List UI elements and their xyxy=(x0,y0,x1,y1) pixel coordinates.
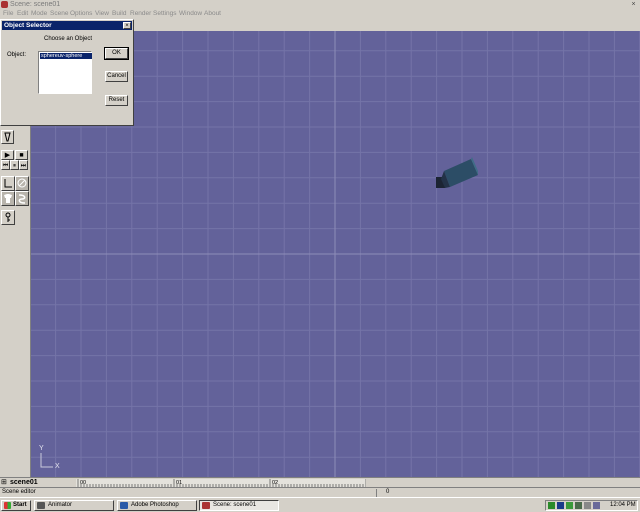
start-button[interactable]: Start xyxy=(1,500,31,511)
menu-render[interactable]: Render xyxy=(130,9,151,19)
status-text: Scene editor xyxy=(2,489,36,495)
windows-logo-icon xyxy=(4,502,11,509)
task-label: Scene: scene01 xyxy=(213,502,257,508)
task-photoshop[interactable]: Adobe Photoshop xyxy=(117,500,197,511)
axis-tool-button[interactable] xyxy=(1,176,15,191)
axis-y-label: Y xyxy=(39,445,44,452)
object-label: Object: xyxy=(7,52,27,58)
cancel-button[interactable]: Cancel xyxy=(105,71,128,82)
menu-scene[interactable]: Scene xyxy=(50,9,68,19)
tray-volume-icon[interactable] xyxy=(584,502,591,509)
menu-about[interactable]: About xyxy=(204,9,221,19)
status-value: 0 xyxy=(386,489,390,495)
task-label: Adobe Photoshop xyxy=(131,502,179,508)
object-list[interactable]: sphereuv-sphere xyxy=(38,51,92,94)
timeline-ticks xyxy=(76,479,367,487)
stop-button[interactable]: ■ xyxy=(15,150,28,160)
tray-monitor-icon[interactable] xyxy=(575,502,582,509)
menu-options[interactable]: Options xyxy=(70,9,92,19)
menu-mode[interactable]: Mode xyxy=(31,9,47,19)
start-label: Start xyxy=(13,502,27,508)
object-selector-dialog: Object Selector × Choose an Object Objec… xyxy=(0,19,134,126)
clock[interactable]: 12:04 PM xyxy=(610,502,636,508)
menu-build[interactable]: Build xyxy=(112,9,126,19)
figure-icon xyxy=(4,194,12,203)
key-icon xyxy=(5,212,11,222)
system-tray: 12:04 PM xyxy=(545,500,638,511)
frame-label-2: 02 xyxy=(272,480,279,486)
axis-icon xyxy=(4,179,12,188)
ruler-background xyxy=(76,479,366,487)
scene-tree-icon[interactable]: ⊞ xyxy=(1,478,7,487)
tray-check-icon[interactable] xyxy=(566,502,573,509)
key-tool-button[interactable] xyxy=(1,210,15,225)
window-title: Scene: scene01 xyxy=(10,1,61,8)
tray-shield-icon[interactable] xyxy=(548,502,555,509)
light-tool-button[interactable] xyxy=(1,130,14,144)
dialog-title: Object Selector xyxy=(2,21,132,30)
menu-edit[interactable]: Edit xyxy=(17,9,28,19)
menu-file[interactable]: File xyxy=(3,9,13,19)
tray-app-icon[interactable] xyxy=(593,502,600,509)
menu-bar: File Edit Mode Scene Options View Build … xyxy=(0,9,640,19)
frame-label-0: 00 xyxy=(80,480,87,486)
scene-icon xyxy=(202,502,210,509)
window-title-bar: Scene: scene01 × xyxy=(0,0,640,9)
axis-x-label: X xyxy=(55,463,60,470)
window-close-button[interactable]: × xyxy=(629,1,638,8)
menu-view[interactable]: View xyxy=(95,9,109,19)
forward-button[interactable]: ⏭ xyxy=(19,160,28,170)
menu-settings[interactable]: Settings xyxy=(153,9,177,19)
tray-network-icon[interactable] xyxy=(557,502,564,509)
photoshop-icon xyxy=(120,502,128,509)
path-tool-button[interactable] xyxy=(15,191,29,206)
task-scene[interactable]: Scene: scene01 xyxy=(199,500,279,511)
frame-label-1: 01 xyxy=(176,480,183,486)
rotate-icon xyxy=(17,178,27,188)
status-bar: Scene editor 0 xyxy=(0,487,640,497)
body-tool-button[interactable] xyxy=(1,191,15,206)
task-animator[interactable]: Animator xyxy=(34,500,114,511)
rotate-tool-button[interactable] xyxy=(15,176,29,191)
pause-button[interactable]: ⏸ xyxy=(10,160,19,170)
animator-icon xyxy=(37,502,45,509)
dialog-prompt: Choose an Object xyxy=(43,36,93,42)
reset-button[interactable]: Reset xyxy=(105,95,128,106)
dialog-close-button[interactable]: × xyxy=(123,22,131,29)
path-icon xyxy=(18,194,26,204)
timeline-ruler[interactable]: 00 01 02 xyxy=(76,479,367,487)
object-list-item[interactable]: sphereuv-sphere xyxy=(40,53,92,59)
menu-window[interactable]: Window xyxy=(179,9,202,19)
taskbar: Start Animator Adobe Photoshop Scene: sc… xyxy=(0,497,640,512)
rewind-button[interactable]: ⏮ xyxy=(1,160,10,170)
status-field: 0 xyxy=(376,489,640,497)
ok-button[interactable]: OK xyxy=(104,47,129,60)
light-icon xyxy=(4,132,11,142)
scene-name: scene01 xyxy=(10,479,38,486)
play-button[interactable]: ▶ xyxy=(1,150,14,160)
app-icon xyxy=(1,1,8,8)
task-label: Animator xyxy=(48,502,73,508)
